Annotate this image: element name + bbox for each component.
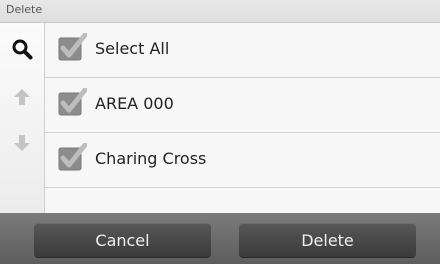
bottom-action-bar: Cancel Delete	[0, 213, 440, 264]
list-item-area-000[interactable]: AREA 000	[45, 78, 440, 133]
search-button[interactable]	[4, 33, 40, 65]
arrow-down-icon	[14, 135, 30, 151]
scroll-up-button[interactable]	[4, 81, 40, 113]
search-icon	[12, 39, 33, 60]
page-title: Delete	[6, 3, 43, 16]
checkbox-checked-icon[interactable]	[57, 33, 87, 63]
title-bar: Delete	[0, 0, 440, 23]
list-item-label: Select All	[95, 39, 170, 58]
arrow-up-icon	[14, 89, 30, 105]
delete-screen: Delete Select All AREA 000 Charing Cross…	[0, 0, 440, 264]
delete-list: Select All AREA 000 Charing Cross	[45, 23, 440, 213]
cancel-button[interactable]: Cancel	[34, 223, 211, 257]
scroll-down-button[interactable]	[4, 127, 40, 159]
list-item-charing-cross[interactable]: Charing Cross	[45, 133, 440, 188]
list-item-label: Charing Cross	[95, 149, 207, 168]
checkbox-checked-icon[interactable]	[57, 88, 87, 118]
list-item-select-all[interactable]: Select All	[45, 23, 440, 78]
delete-button[interactable]: Delete	[239, 223, 416, 257]
checkbox-checked-icon[interactable]	[57, 143, 87, 173]
list-item-label: AREA 000	[95, 94, 174, 113]
sidebar	[0, 23, 45, 213]
